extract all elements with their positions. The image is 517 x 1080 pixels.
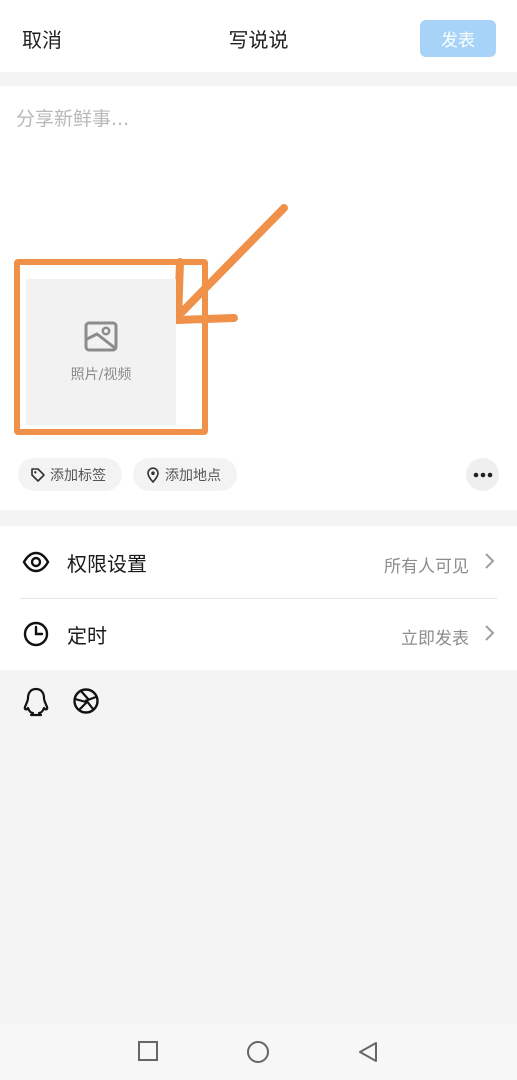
back-icon[interactable] (357, 1040, 379, 1064)
add-location-button[interactable]: 添加地点 (133, 458, 237, 491)
add-location-label: 添加地点 (165, 467, 221, 484)
schedule-label: 定时 (67, 624, 107, 648)
permission-settings-row[interactable]: 权限设置 所有人可见 (0, 526, 517, 599)
more-options-button[interactable] (466, 458, 499, 491)
eye-icon (22, 551, 50, 573)
home-icon[interactable] (246, 1040, 270, 1064)
camera-aperture-icon[interactable] (72, 687, 100, 715)
permission-value: 所有人可见 (384, 557, 469, 577)
chevron-right-icon (485, 553, 495, 569)
more-dots-icon (473, 472, 492, 477)
post-text-input[interactable]: 分享新鲜事... (16, 104, 129, 131)
add-tag-button[interactable]: 添加标签 (18, 458, 122, 491)
compose-area: 分享新鲜事... 照片/视频 添加标签 添加地点 (0, 86, 517, 510)
section-divider (0, 510, 517, 526)
tag-icon (31, 467, 45, 482)
top-bar: 取消 写说说 发表 (0, 0, 517, 72)
system-nav-bar (0, 1024, 517, 1080)
chevron-right-icon (485, 625, 495, 641)
recent-apps-icon[interactable] (137, 1040, 159, 1062)
add-tag-label: 添加标签 (50, 467, 106, 484)
schedule-row[interactable]: 定时 立即发表 (0, 598, 517, 670)
qq-icon[interactable] (22, 687, 50, 717)
location-pin-icon (147, 466, 159, 483)
schedule-value: 立即发表 (401, 629, 469, 649)
clock-icon (23, 621, 49, 647)
section-divider (0, 72, 517, 86)
permission-settings-label: 权限设置 (67, 552, 147, 576)
publish-button[interactable]: 发表 (420, 20, 496, 57)
highlight-box (14, 259, 208, 435)
settings-list: 权限设置 所有人可见 定时 立即发表 (0, 526, 517, 670)
